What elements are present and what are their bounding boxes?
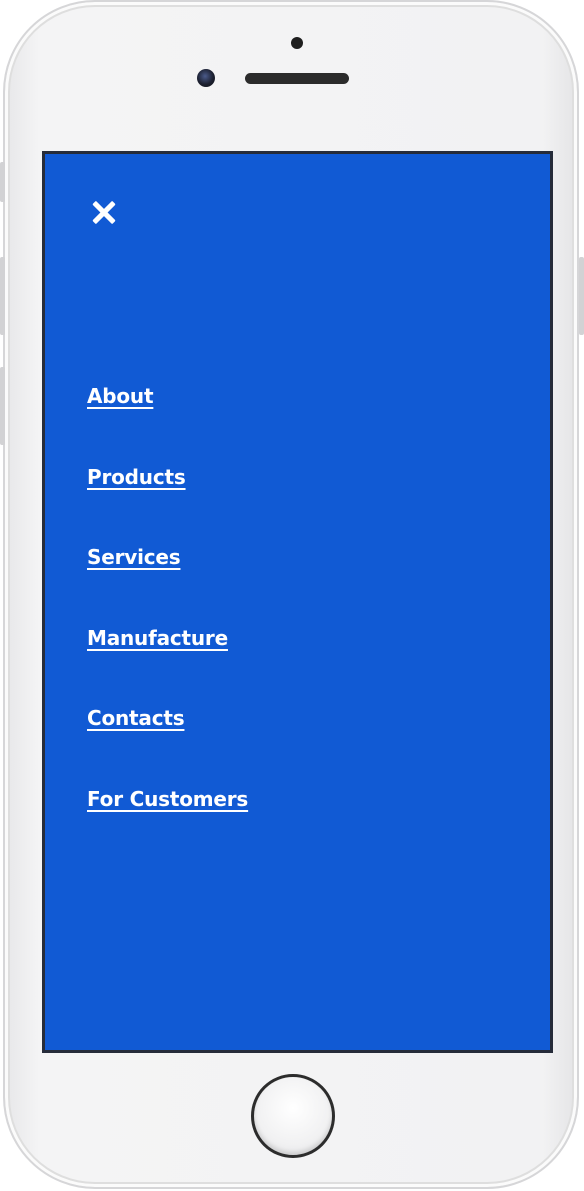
menu-item-services: Services <box>87 545 248 626</box>
proximity-sensor <box>291 37 303 49</box>
menu-link-for-customers[interactable]: For Customers <box>87 787 248 811</box>
menu-link-about[interactable]: About <box>87 384 154 408</box>
menu-link-services[interactable]: Services <box>87 545 181 569</box>
earpiece-speaker <box>245 73 349 84</box>
power-button <box>579 257 584 335</box>
menu-item-products: Products <box>87 465 248 546</box>
menu-link-manufacture[interactable]: Manufacture <box>87 626 228 650</box>
volume-up-button <box>0 257 5 335</box>
menu-item-about: About <box>87 384 248 465</box>
menu-item-for-customers: For Customers <box>87 787 248 868</box>
home-button[interactable] <box>251 1074 335 1158</box>
menu-link-products[interactable]: Products <box>87 465 186 489</box>
menu-item-manufacture: Manufacture <box>87 626 248 707</box>
close-icon[interactable] <box>89 198 119 228</box>
menu-link-contacts[interactable]: Contacts <box>87 706 185 730</box>
phone-frame: About Products Services Manufacture Cont… <box>0 0 584 1189</box>
mobile-menu-screen: About Products Services Manufacture Cont… <box>42 151 553 1053</box>
menu-item-contacts: Contacts <box>87 706 248 787</box>
volume-down-button <box>0 367 5 445</box>
front-camera <box>197 69 215 87</box>
nav-menu: About Products Services Manufacture Cont… <box>87 384 248 867</box>
mute-switch <box>0 162 5 202</box>
